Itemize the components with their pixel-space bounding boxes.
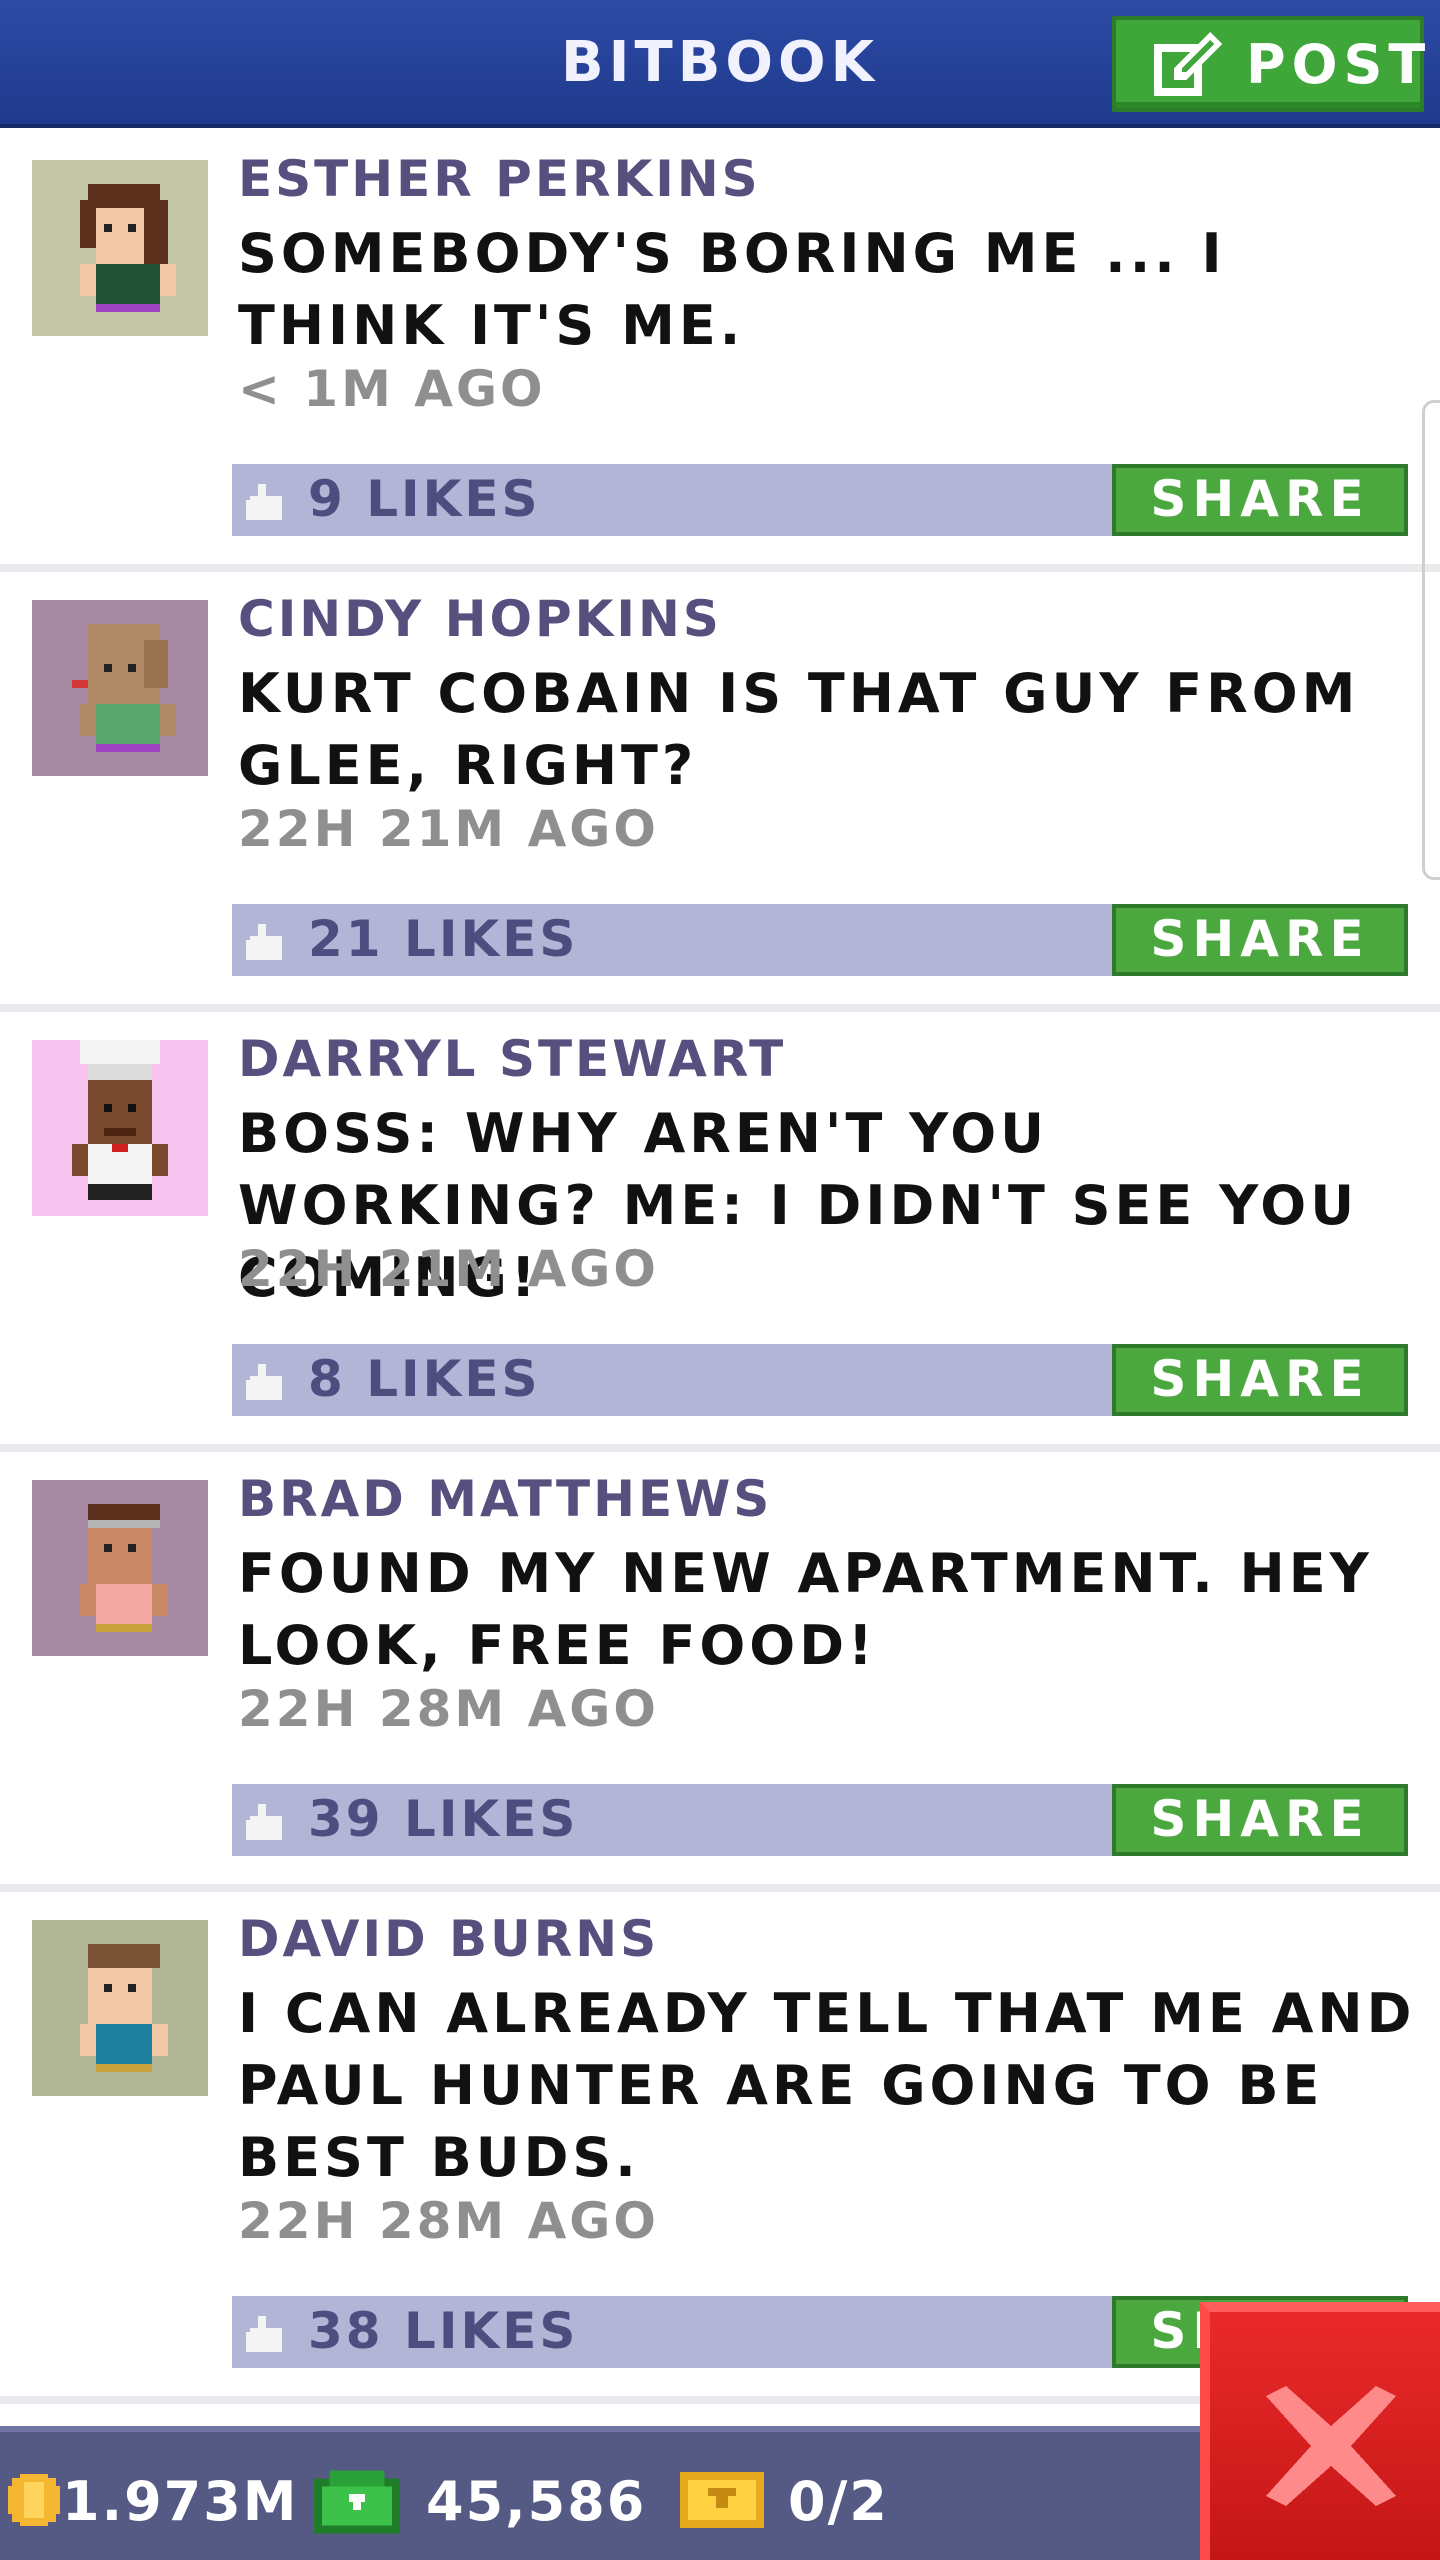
post-content: KURT COBAIN IS THAT GUY FROM GLEE, RIGHT… xyxy=(238,662,1360,797)
share-button[interactable]: SHARE xyxy=(1112,1344,1408,1416)
thumbs-up-icon[interactable] xyxy=(246,2316,286,2352)
tickets-value: 0/2 xyxy=(788,2470,889,2533)
post-content: I CAN ALREADY TELL THAT ME AND PAUL HUNT… xyxy=(238,1982,1416,2189)
post-author[interactable]: CINDY HOPKINS xyxy=(238,590,722,648)
likes-count: 21 LIKES xyxy=(308,910,579,968)
close-button[interactable] xyxy=(1200,2302,1440,2560)
post-time: 22H 21M AGO xyxy=(238,800,659,858)
post-content: SOMEBODY'S BORING ME ... I THINK IT'S ME… xyxy=(238,222,1226,357)
app-header: BITBOOK POST xyxy=(0,0,1440,128)
avatar[interactable] xyxy=(32,1920,208,2096)
thumbs-up-icon[interactable] xyxy=(246,484,286,520)
likes-count: 39 LIKES xyxy=(308,1790,579,1848)
avatar[interactable] xyxy=(32,600,208,776)
post-author[interactable]: BRAD MATTHEWS xyxy=(238,1470,772,1528)
coin-icon xyxy=(8,2474,60,2526)
thumbs-up-icon[interactable] xyxy=(246,1364,286,1400)
feed-post: DARRYL STEWART BOSS: WHY AREN'T YOU WORK… xyxy=(0,1012,1440,1452)
close-icon xyxy=(1266,2386,1396,2506)
scrollbar[interactable] xyxy=(1422,400,1440,880)
likes-bar: 39 LIKES SHARE xyxy=(232,1784,1408,1856)
feed-list: ESTHER PERKINS SOMEBODY'S BORING ME ... … xyxy=(0,132,1440,2404)
post-time: 22H 28M AGO xyxy=(238,2192,659,2250)
feed-post: BRAD MATTHEWS FOUND MY NEW APARTMENT. HE… xyxy=(0,1452,1440,1892)
share-button[interactable]: SHARE xyxy=(1112,464,1408,536)
post-author[interactable]: ESTHER PERKINS xyxy=(238,150,761,208)
likes-count: 9 LIKES xyxy=(308,470,541,528)
avatar[interactable] xyxy=(32,160,208,336)
post-author[interactable]: DARRYL STEWART xyxy=(238,1030,786,1088)
post-content: FOUND MY NEW APARTMENT. HEY LOOK, FREE F… xyxy=(238,1542,1373,1677)
post-time: 22H 28M AGO xyxy=(238,1680,659,1738)
post-button[interactable]: POST xyxy=(1112,16,1425,112)
likes-count: 38 LIKES xyxy=(308,2302,579,2360)
post-time: 22H 21M AGO xyxy=(238,1240,659,1298)
likes-bar: 9 LIKES SHARE xyxy=(232,464,1408,536)
avatar[interactable] xyxy=(32,1480,208,1656)
feed-post: CINDY HOPKINS KURT COBAIN IS THAT GUY FR… xyxy=(0,572,1440,1012)
post-author[interactable]: DAVID BURNS xyxy=(238,1910,659,1968)
post-time: < 1M AGO xyxy=(238,360,546,418)
thumbs-up-icon[interactable] xyxy=(246,1804,286,1840)
avatar[interactable] xyxy=(32,1040,208,1216)
feed-post: ESTHER PERKINS SOMEBODY'S BORING ME ... … xyxy=(0,132,1440,572)
edit-icon xyxy=(1154,32,1222,96)
coins-value: 1.973M xyxy=(62,2470,299,2533)
share-button[interactable]: SHARE xyxy=(1112,1784,1408,1856)
bux-icon xyxy=(314,2470,400,2534)
likes-bar: 21 LIKES SHARE xyxy=(232,904,1408,976)
thumbs-up-icon[interactable] xyxy=(246,924,286,960)
likes-count: 8 LIKES xyxy=(308,1350,541,1408)
ticket-icon xyxy=(680,2472,764,2528)
likes-bar: 8 LIKES SHARE xyxy=(232,1344,1408,1416)
post-button-label: POST xyxy=(1246,32,1432,96)
bux-value: 45,586 xyxy=(426,2470,647,2533)
share-button[interactable]: SHARE xyxy=(1112,904,1408,976)
